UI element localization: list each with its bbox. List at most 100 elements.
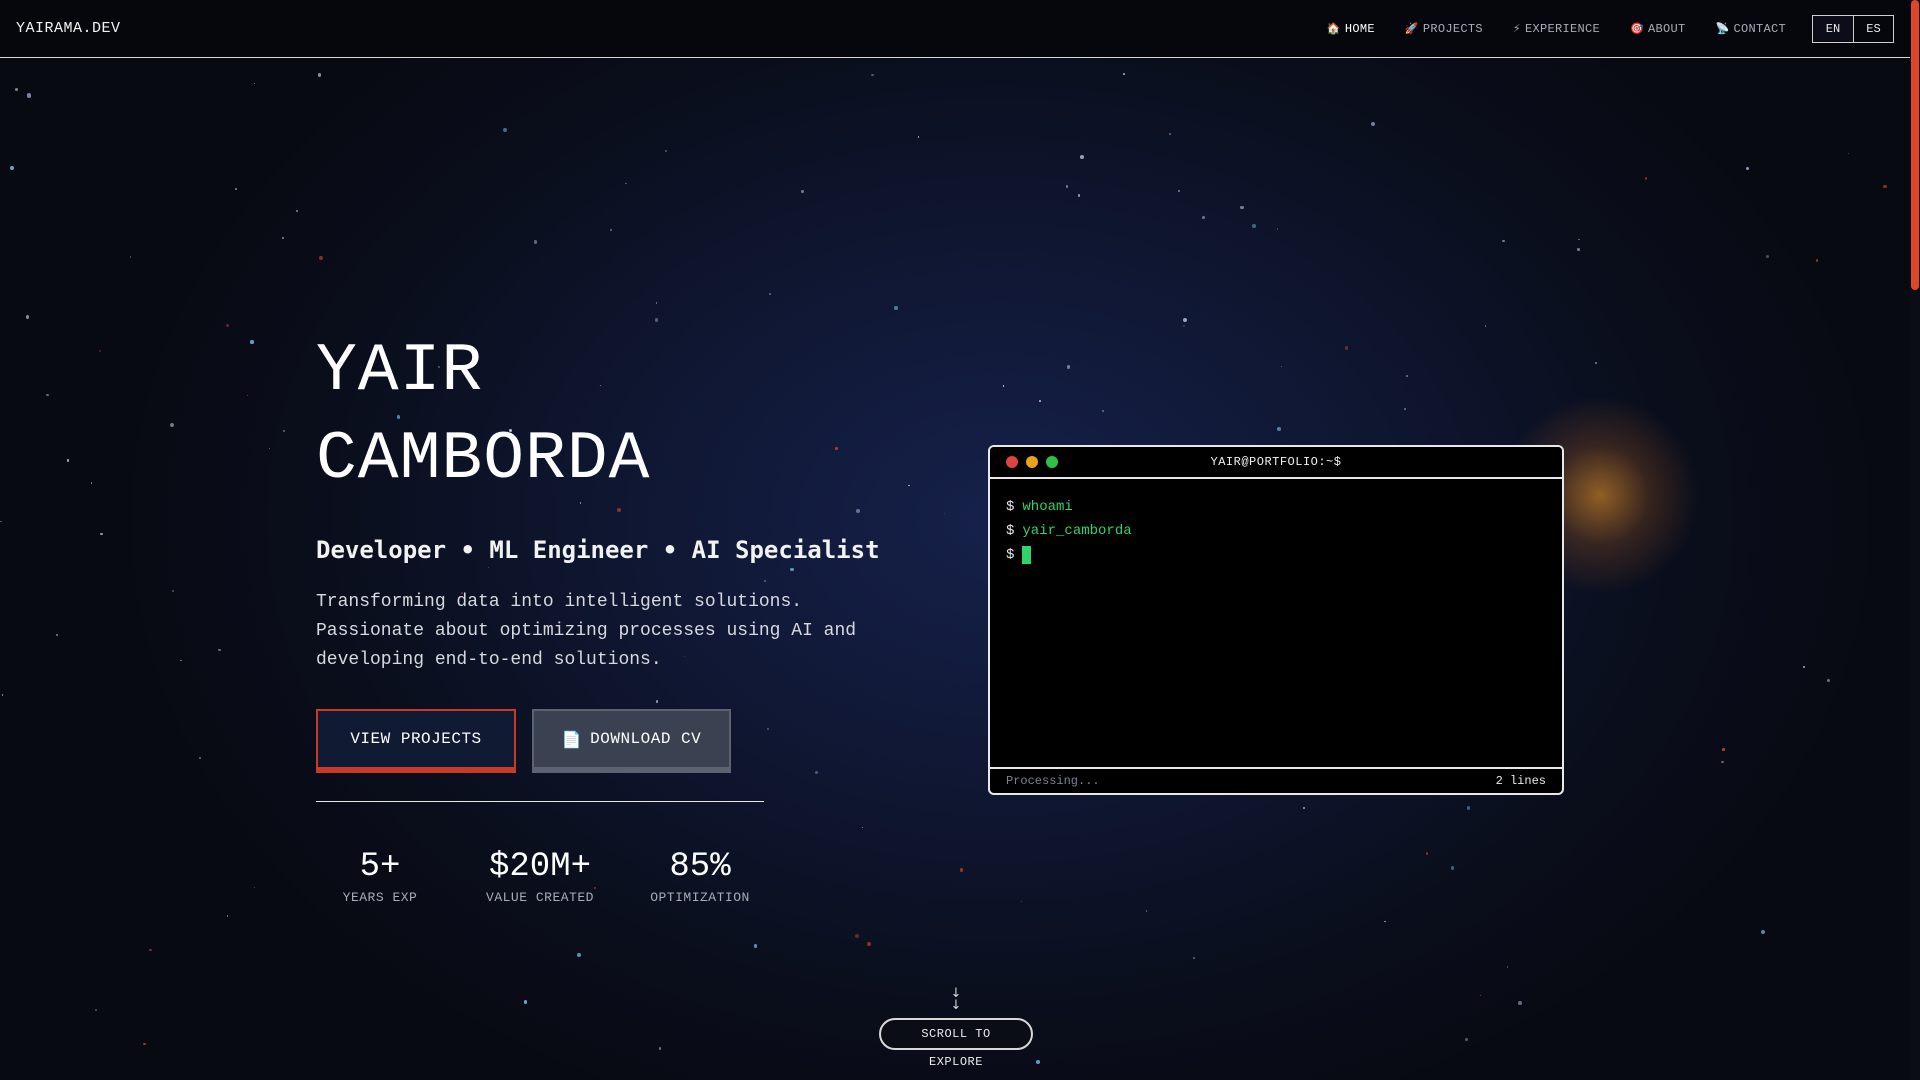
nav-link-projects[interactable]: 🚀 PROJECTS <box>1405 22 1483 36</box>
terminal-cursor <box>1022 546 1032 564</box>
stat-optimization: 85% OPTIMIZATION <box>636 848 764 905</box>
star-particle <box>1079 155 1084 159</box>
star-particle <box>1484 325 1487 328</box>
star-particle <box>1344 346 1349 350</box>
star-particle <box>753 944 757 948</box>
star-particle <box>246 395 249 397</box>
star-particle <box>1035 1059 1040 1064</box>
star-particle <box>55 633 59 637</box>
star-particle <box>66 458 70 462</box>
star-particle <box>871 73 874 77</box>
star-particle <box>1502 240 1505 243</box>
star-particle <box>1517 1000 1522 1005</box>
star-particle <box>1578 238 1580 241</box>
satellite-icon: 📡 <box>1715 22 1730 35</box>
scroll-arrows-icon: ↓ ↓ <box>950 986 962 1013</box>
hero-section: YAIR CAMBORDA Developer • ML Engineer • … <box>316 328 916 905</box>
star-particle <box>665 149 668 152</box>
page-scrollbar[interactable] <box>1910 0 1920 1080</box>
star-particle <box>1507 966 1509 968</box>
star-particle <box>1276 227 1279 230</box>
terminal-window: YAIR@PORTFOLIO:~$ $ whoami $ yair_cambor… <box>988 445 1564 795</box>
star-particle <box>1101 410 1104 413</box>
terminal-statusbar: Processing... 2 lines <box>990 767 1562 793</box>
star-particle <box>129 256 132 258</box>
star-particle <box>1802 665 1805 668</box>
nav-link-about[interactable]: 🎯 ABOUT <box>1630 22 1686 36</box>
nav-link-experience[interactable]: ⚡ EXPERIENCE <box>1513 22 1600 36</box>
star-particle <box>14 88 18 92</box>
star-particle <box>1066 365 1071 369</box>
star-particle <box>1746 166 1750 170</box>
download-cv-label: DOWNLOAD CV <box>590 730 702 748</box>
star-particle <box>1240 206 1244 210</box>
star-particle <box>218 649 221 652</box>
lang-button-en[interactable]: EN <box>1813 15 1853 42</box>
lang-button-es[interactable]: ES <box>1853 15 1893 42</box>
stat-value: 5+ <box>359 848 401 886</box>
star-particle <box>1276 427 1281 432</box>
star-particle <box>1403 407 1407 411</box>
star-particle <box>26 93 32 98</box>
star-particle <box>1577 248 1580 251</box>
star-particle <box>254 82 256 85</box>
star-particle <box>523 1000 527 1004</box>
nav-links: 🏠 HOME 🚀 PROJECTS ⚡ EXPERIENCE 🎯 ABOUT 📡… <box>1327 22 1786 36</box>
nav-link-label: HOME <box>1344 21 1375 36</box>
star-particle <box>90 482 92 484</box>
star-particle <box>576 952 581 957</box>
terminal-status: Processing... <box>1006 774 1100 788</box>
stat-years: 5+ YEARS EXP <box>316 848 444 905</box>
hero-name-first: YAIR <box>316 333 484 410</box>
star-particle <box>149 948 152 952</box>
terminal-title: YAIR@PORTFOLIO:~$ <box>1210 455 1342 469</box>
star-particle <box>609 229 612 232</box>
star-particle <box>1827 679 1831 683</box>
hero-divider <box>316 801 764 802</box>
star-particle <box>226 915 229 917</box>
star-particle <box>1201 216 1205 219</box>
stat-label: VALUE CREATED <box>486 890 594 905</box>
scrollbar-thumb[interactable] <box>1911 0 1919 290</box>
terminal-prompt: $ <box>1006 547 1015 563</box>
star-particle <box>171 589 175 592</box>
star-particle <box>1020 900 1022 902</box>
star-particle <box>1722 747 1725 751</box>
star-particle <box>769 293 771 295</box>
nav-link-home[interactable]: 🏠 HOME <box>1327 22 1375 36</box>
terminal-prompt: $ <box>1006 523 1015 539</box>
star-particle <box>25 315 29 319</box>
stat-value-created: $20M+ VALUE CREATED <box>444 848 636 905</box>
star-particle <box>1145 910 1147 912</box>
stat-label: OPTIMIZATION <box>650 890 750 905</box>
star-particle <box>99 532 103 536</box>
star-particle <box>1193 956 1195 959</box>
star-particle <box>1371 121 1376 126</box>
download-cv-button[interactable]: 📄 DOWNLOAD CV <box>532 709 731 773</box>
nav-link-contact[interactable]: 📡 CONTACT <box>1715 22 1786 36</box>
star-particle <box>317 72 322 77</box>
star-particle <box>1384 921 1386 923</box>
brand-logo[interactable]: YAIRAMA.DEV <box>16 20 121 37</box>
star-particle <box>1 694 4 696</box>
scroll-to-explore-button[interactable]: SCROLL TO EXPLORE <box>879 1018 1033 1069</box>
star-particle <box>654 317 659 322</box>
terminal-body[interactable]: $ whoami $ yair_camborda $ <box>990 479 1562 765</box>
star-particle <box>1039 400 1042 403</box>
star-particle <box>226 323 230 327</box>
star-particle <box>1847 152 1850 155</box>
stat-value: $20M+ <box>488 848 592 886</box>
terminal-input-line[interactable]: $ <box>1006 543 1546 567</box>
star-particle <box>95 1009 97 1011</box>
scroll-hint: ↓ ↓ SCROLL TO EXPLORE <box>879 986 1033 1070</box>
hero-buttons: VIEW PROJECTS 📄 DOWNLOAD CV <box>316 709 916 773</box>
star-particle <box>45 393 49 397</box>
terminal-output: yair_camborda <box>1022 523 1132 539</box>
home-icon: 🏠 <box>1326 22 1341 35</box>
view-projects-button[interactable]: VIEW PROJECTS <box>316 709 516 773</box>
star-particle <box>268 447 271 450</box>
star-particle <box>894 306 899 310</box>
star-particle <box>1169 132 1172 135</box>
star-particle <box>1303 807 1306 810</box>
star-particle <box>1122 73 1125 76</box>
